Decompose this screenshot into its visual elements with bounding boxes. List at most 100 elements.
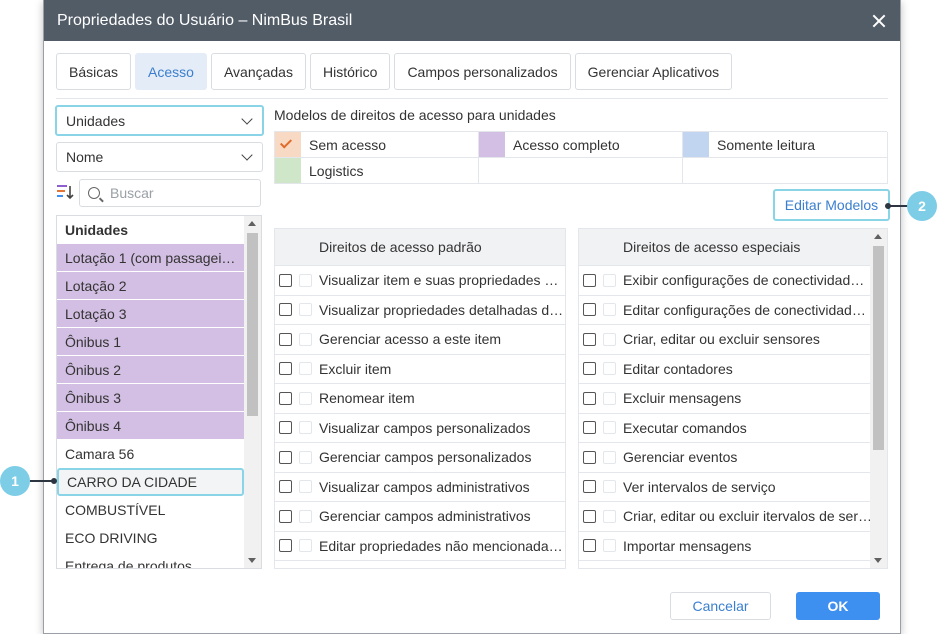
access-models-grid: Sem acesso Acesso completo Somente leitu… xyxy=(274,131,888,184)
checkbox[interactable] xyxy=(279,273,292,287)
model-sem-acesso[interactable]: Sem acesso xyxy=(275,132,479,158)
checkbox[interactable] xyxy=(279,421,292,435)
checkbox[interactable] xyxy=(583,539,596,553)
disabled-checkbox xyxy=(603,332,616,346)
checkbox[interactable] xyxy=(583,362,596,376)
tab-acesso[interactable]: Acesso xyxy=(135,53,207,90)
item-type-select[interactable]: Unidades xyxy=(55,105,264,136)
right-label: Exibir configurações de conectividade… xyxy=(623,272,872,289)
cancel-button[interactable]: Cancelar xyxy=(670,592,771,620)
list-item[interactable]: COMBUSTÍVEL xyxy=(57,496,244,524)
checkbox[interactable] xyxy=(583,480,596,494)
list-item[interactable]: Camara 56 xyxy=(57,440,244,468)
checkbox[interactable] xyxy=(279,332,292,346)
scroll-down-icon[interactable] xyxy=(248,558,256,563)
check-icon xyxy=(279,136,293,149)
tab-basicas[interactable]: Básicas xyxy=(56,53,132,90)
special-rights-rows: Exibir configurações de conectividade… Ed… xyxy=(579,266,872,568)
checkbox[interactable] xyxy=(583,450,596,464)
right-label: Gerenciar campos personalizados xyxy=(319,449,532,466)
standard-rights-table: Direitos de acesso padrão Visualizar ite… xyxy=(274,228,566,569)
model-acesso-completo[interactable]: Acesso completo xyxy=(479,132,683,158)
model-swatch xyxy=(479,132,505,157)
checkbox[interactable] xyxy=(279,539,292,553)
list-item[interactable]: Lotação 3 xyxy=(57,300,244,328)
chevron-down-icon xyxy=(241,149,253,161)
right-label: Visualizar item e suas propriedades b… xyxy=(319,272,565,289)
right-label: Visualizar propriedades detalhadas d… xyxy=(319,301,564,318)
checkbox[interactable] xyxy=(583,391,596,405)
chevron-down-icon xyxy=(241,112,253,125)
disabled-checkbox xyxy=(603,539,616,553)
disabled-checkbox xyxy=(299,480,312,494)
checkbox[interactable] xyxy=(583,421,596,435)
scrollbar-thumb[interactable] xyxy=(247,233,258,416)
sort-order-icon[interactable] xyxy=(56,183,74,201)
checkbox[interactable] xyxy=(279,509,292,523)
scroll-down-icon[interactable] xyxy=(874,558,882,563)
table-row: Executar comandos xyxy=(579,414,872,443)
right-label: Visualizar campos administrativos xyxy=(319,478,530,495)
checkbox[interactable] xyxy=(583,303,596,317)
scroll-up-icon[interactable] xyxy=(874,234,882,239)
checkbox[interactable] xyxy=(279,362,292,376)
list-item[interactable]: Entrega de produtos xyxy=(57,552,244,568)
table-row: Editar contadores xyxy=(579,355,872,384)
scrollbar-thumb[interactable] xyxy=(873,246,884,450)
right-label: Visualizar campos personalizados xyxy=(319,419,531,436)
edit-models-button[interactable]: Editar Modelos xyxy=(773,189,890,221)
disabled-checkbox xyxy=(603,391,616,405)
model-somente-leitura[interactable]: Somente leitura xyxy=(683,132,888,158)
tab-historico[interactable]: Histórico xyxy=(309,53,391,90)
special-rights-header: Direitos de acesso especiais xyxy=(579,229,872,266)
list-item-selected[interactable]: CARRO DA CIDADE xyxy=(57,468,244,496)
standard-rights-header: Direitos de acesso padrão xyxy=(275,229,565,266)
special-rights-scrollbar[interactable] xyxy=(870,229,887,568)
model-label: Somente leitura xyxy=(717,136,816,153)
checkbox[interactable] xyxy=(583,332,596,346)
search-input[interactable] xyxy=(110,185,250,201)
list-item[interactable]: Ônibus 1 xyxy=(57,328,244,356)
ok-button[interactable]: OK xyxy=(796,592,880,620)
table-row: Criar, editar ou excluir sensores xyxy=(579,325,872,355)
tab-avancadas[interactable]: Avançadas xyxy=(210,53,306,90)
list-item[interactable]: Lotação 1 (com passagei… xyxy=(57,244,244,272)
dialog-title: Propriedades do Usuário – NimBus Brasil xyxy=(57,11,353,29)
list-item[interactable]: Ônibus 2 xyxy=(57,356,244,384)
tab-gerenciar-aplicativos[interactable]: Gerenciar Aplicativos xyxy=(574,53,733,90)
checkbox[interactable] xyxy=(583,273,596,287)
checkbox[interactable] xyxy=(279,450,292,464)
disabled-checkbox xyxy=(603,480,616,494)
list-item[interactable]: Lotação 2 xyxy=(57,272,244,300)
model-label: Sem acesso xyxy=(309,136,387,153)
tab-campos-personalizados[interactable]: Campos personalizados xyxy=(394,53,571,90)
model-empty-cell xyxy=(683,158,888,184)
list-item[interactable]: ECO DRIVING xyxy=(57,524,244,552)
close-icon[interactable] xyxy=(871,13,887,29)
list-item[interactable]: Ônibus 3 xyxy=(57,384,244,412)
unit-list-scrollbar[interactable] xyxy=(244,216,261,568)
list-item[interactable]: Ônibus 4 xyxy=(57,412,244,440)
right-label: Alterar ícone xyxy=(319,567,398,568)
checkbox[interactable] xyxy=(279,480,292,494)
scroll-up-icon[interactable] xyxy=(248,221,256,226)
checkbox[interactable] xyxy=(279,303,292,317)
disabled-checkbox xyxy=(299,362,312,376)
table-row: Renomear item xyxy=(275,384,565,414)
disabled-checkbox xyxy=(299,273,312,287)
sort-value: Nome xyxy=(66,149,104,165)
sort-select[interactable]: Nome xyxy=(56,142,263,172)
disabled-checkbox xyxy=(299,421,312,435)
model-logistics[interactable]: Logistics xyxy=(275,158,479,184)
checkbox[interactable] xyxy=(583,509,596,523)
table-row: Editar propriedades não mencionada… xyxy=(275,532,565,561)
right-label: Gerenciar campos administrativos xyxy=(319,508,531,525)
table-row: Exibir configurações de conectividade… xyxy=(579,266,872,296)
special-rights-table: Direitos de acesso especiais Exibir conf… xyxy=(578,228,888,569)
table-row: Visualizar item e suas propriedades b… xyxy=(275,266,565,296)
search-box[interactable] xyxy=(79,179,261,207)
disabled-checkbox xyxy=(603,362,616,376)
dialog-titlebar: Propriedades do Usuário – NimBus Brasil xyxy=(44,0,900,41)
right-label: Gerenciar eventos xyxy=(623,449,738,466)
checkbox[interactable] xyxy=(279,391,292,405)
